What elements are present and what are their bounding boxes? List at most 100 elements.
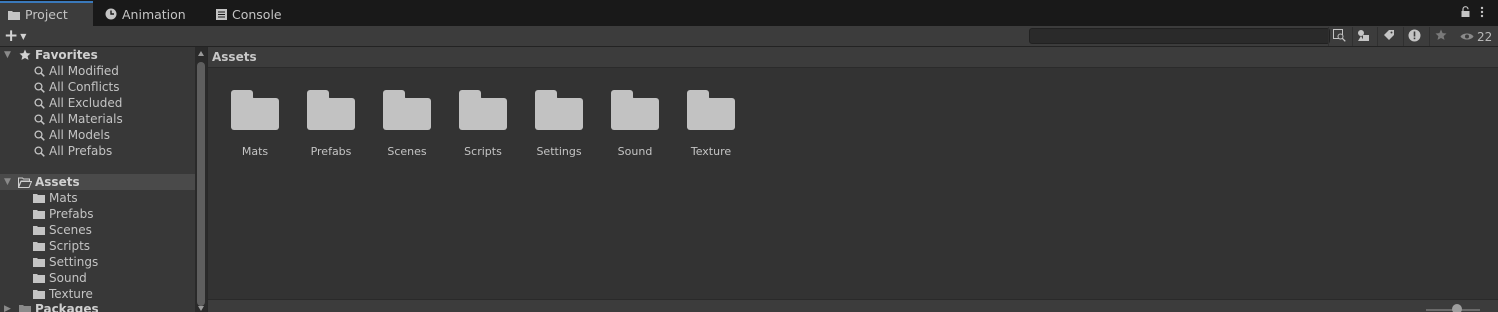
tree-item-search-filter[interactable]: All Prefabs	[0, 143, 195, 159]
tree-label: Prefabs	[49, 207, 94, 221]
folder-icon	[307, 90, 355, 133]
tree-item-search-filter[interactable]: All Materials	[0, 111, 195, 127]
folder-icon	[231, 90, 279, 133]
visibility-count: 22	[1477, 29, 1493, 44]
folder-item[interactable]: Scenes	[369, 86, 445, 158]
folder-icon	[32, 272, 46, 284]
folder-open-icon	[18, 176, 32, 188]
folder-icon	[459, 90, 507, 133]
folder-item[interactable]: Texture	[673, 86, 749, 158]
tab-project[interactable]: Project	[0, 1, 93, 26]
folder-icon	[32, 240, 46, 252]
hidden-packages-toggle[interactable]: 22	[1460, 27, 1492, 46]
breadcrumb[interactable]: Assets	[212, 50, 257, 64]
tab-label: Animation	[122, 6, 186, 22]
search-icon	[32, 113, 46, 125]
folder-icon	[32, 208, 46, 220]
tree-scrollbar[interactable]	[195, 47, 207, 312]
scrollbar-thumb[interactable]	[197, 62, 205, 306]
tree-item-folder[interactable]: Sound	[0, 270, 195, 286]
folder-icon	[8, 10, 20, 20]
icon-size-slider-knob[interactable]	[1452, 304, 1462, 312]
filter-by-label-button[interactable]	[1377, 27, 1399, 46]
folder-icon	[32, 288, 46, 300]
scroll-down-arrow-icon[interactable]	[198, 306, 204, 311]
search-type-icon	[1333, 28, 1346, 45]
folder-label: Texture	[690, 145, 732, 158]
folder-label: Scenes	[387, 145, 427, 158]
project-tree-panel: ▼ Favorites All Modified All Conflicts All…	[0, 47, 195, 312]
tree-item-search-filter[interactable]: All Conflicts	[0, 79, 195, 95]
expand-arrow-icon[interactable]: ▼	[4, 177, 14, 187]
expand-arrow-icon[interactable]: ▼	[4, 50, 14, 60]
clock-icon	[105, 8, 117, 20]
tree-packages-header[interactable]: ▶ Packages	[0, 301, 195, 312]
console-icon	[216, 8, 227, 20]
asset-grid: Mats Prefabs Scenes Scripts Settings Sound Tex…	[208, 68, 1498, 299]
folder-icon	[383, 90, 431, 133]
folder-item[interactable]: Scripts	[445, 86, 521, 158]
tree-label: Texture	[49, 287, 93, 301]
search-icon	[32, 129, 46, 141]
folder-item[interactable]: Prefabs	[293, 86, 369, 158]
tree-label: All Conflicts	[49, 80, 120, 94]
folder-icon	[611, 90, 659, 133]
folder-icon	[18, 303, 32, 312]
tree-item-folder[interactable]: Settings	[0, 254, 195, 270]
folder-item[interactable]: Settings	[521, 86, 597, 158]
tree-label: All Excluded	[49, 96, 123, 110]
folder-label: Scripts	[464, 145, 502, 158]
eye-icon	[1460, 30, 1474, 44]
lock-icon[interactable]	[1461, 6, 1470, 20]
tree-item-folder[interactable]: Mats	[0, 190, 195, 206]
folder-item[interactable]: Sound	[597, 86, 673, 158]
folder-icon	[687, 90, 735, 133]
tree-label: Settings	[49, 255, 99, 269]
chevron-down-icon: ▼	[20, 32, 27, 41]
folder-label: Settings	[536, 145, 582, 158]
search-icon	[32, 145, 46, 157]
folder-icon	[32, 192, 46, 204]
folder-label: Prefabs	[310, 145, 352, 158]
tree-item-folder[interactable]: Texture	[0, 286, 195, 302]
tree-label: Scripts	[49, 239, 91, 253]
tree-favorites-header[interactable]: ▼ Favorites	[0, 47, 195, 63]
breadcrumb-bar: Assets	[208, 47, 1498, 68]
tab-console[interactable]: Console	[208, 2, 290, 26]
tree-label: All Modified	[49, 64, 119, 78]
tree-label: Packages	[35, 302, 99, 312]
tree-label: Favorites	[35, 48, 98, 62]
tree-label: All Models	[49, 128, 110, 142]
tree-label: Scenes	[49, 223, 92, 237]
status-bar	[208, 299, 1498, 312]
search-by-type-button[interactable]	[1328, 27, 1350, 46]
folder-label: Mats	[241, 145, 269, 158]
tree-item-search-filter[interactable]: All Excluded	[0, 95, 195, 111]
filter-by-log-button[interactable]	[1403, 27, 1425, 46]
tree-item-search-filter[interactable]: All Modified	[0, 63, 195, 79]
filter-by-type-button[interactable]	[1352, 27, 1374, 46]
folder-item[interactable]: Mats	[217, 86, 293, 158]
tree-item-folder[interactable]: Scripts	[0, 238, 195, 254]
tree-assets-header[interactable]: ▼ Assets	[0, 174, 195, 190]
tag-icon	[1383, 29, 1395, 44]
favorites-filter-button[interactable]	[1429, 27, 1451, 46]
star-icon	[18, 49, 32, 61]
star-icon	[1435, 29, 1447, 44]
tree-item-search-filter[interactable]: All Models	[0, 127, 195, 143]
search-input[interactable]	[1029, 28, 1330, 44]
tab-label: Project	[25, 7, 68, 22]
create-button[interactable]: + ▼	[4, 27, 34, 46]
more-options-icon[interactable]	[1480, 6, 1484, 21]
tree-item-folder[interactable]: Scenes	[0, 222, 195, 238]
scroll-up-arrow-icon[interactable]	[198, 51, 204, 56]
tree-item-folder[interactable]: Prefabs	[0, 206, 195, 222]
tree-label: Sound	[49, 271, 87, 285]
folder-label: Sound	[617, 145, 653, 158]
plus-icon: +	[4, 26, 19, 46]
collapse-arrow-icon[interactable]: ▶	[4, 304, 14, 312]
project-toolbar: + ▼ 22	[0, 26, 1498, 47]
folder-icon	[32, 256, 46, 268]
tab-animation[interactable]: Animation	[97, 2, 194, 26]
search-icon	[32, 65, 46, 77]
